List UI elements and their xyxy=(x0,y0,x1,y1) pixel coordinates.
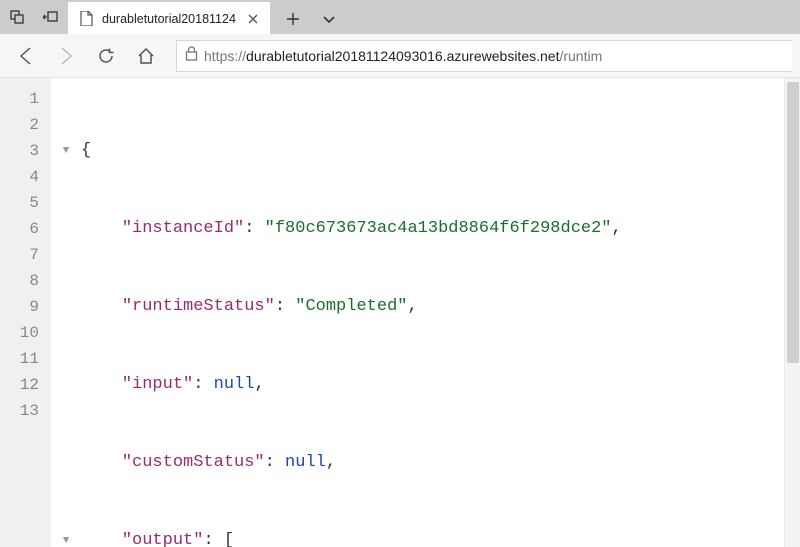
forward-button[interactable] xyxy=(48,38,84,74)
refresh-button[interactable] xyxy=(88,38,124,74)
line-number: 7 xyxy=(0,242,39,268)
code-line: "customStatus": null, xyxy=(51,450,800,476)
back-button[interactable] xyxy=(8,38,44,74)
json-key: "runtimeStatus" xyxy=(122,294,275,320)
json-key: "output" xyxy=(122,528,204,547)
line-number: 13 xyxy=(0,398,39,424)
close-tab-icon[interactable] xyxy=(244,10,262,28)
code-line: ▼ "output": [ xyxy=(51,528,800,547)
new-tab-button[interactable] xyxy=(278,4,308,34)
line-number-gutter: 1 2 3 4 5 6 7 8 9 10 11 12 13 xyxy=(0,78,50,547)
json-string: "f80c673673ac4a13bd8864f6f298dce2" xyxy=(265,216,612,242)
code-line: "input": null, xyxy=(51,372,800,398)
browser-tab[interactable]: durabletutorial20181124 xyxy=(68,2,270,34)
url-text: https://durabletutorial20181124093016.az… xyxy=(204,48,784,64)
browser-toolbar: https://durabletutorial20181124093016.az… xyxy=(0,34,800,78)
scrollbar-thumb[interactable] xyxy=(787,82,799,363)
code-line: "instanceId": "f80c673673ac4a13bd8864f6f… xyxy=(51,216,800,242)
url-scheme: https:// xyxy=(204,48,246,64)
json-viewer[interactable]: ▼{ "instanceId": "f80c673673ac4a13bd8864… xyxy=(50,78,800,547)
line-number: 8 xyxy=(0,268,39,294)
file-icon xyxy=(78,11,94,27)
json-key: "customStatus" xyxy=(122,450,265,476)
set-aside-tabs-icon[interactable] xyxy=(34,0,68,34)
tab-actions-icon[interactable] xyxy=(0,0,34,34)
line-number: 2 xyxy=(0,112,39,138)
line-number: 5 xyxy=(0,190,39,216)
line-number: 4 xyxy=(0,164,39,190)
json-null: null xyxy=(214,372,255,398)
fold-toggle-icon[interactable]: ▼ xyxy=(51,138,81,164)
line-number: 9 xyxy=(0,294,39,320)
line-number: 3 xyxy=(0,138,39,164)
line-number: 10 xyxy=(0,320,39,346)
home-button[interactable] xyxy=(128,38,164,74)
code-line: ▼{ xyxy=(51,138,800,164)
tab-strip-actions xyxy=(270,4,352,34)
lock-icon xyxy=(185,46,198,66)
tab-strip: durabletutorial20181124 xyxy=(68,0,800,34)
line-number: 12 xyxy=(0,372,39,398)
tab-preview-chevron-icon[interactable] xyxy=(314,4,344,34)
tab-title: durabletutorial20181124 xyxy=(102,12,236,26)
window-title-bar: durabletutorial20181124 xyxy=(0,0,800,34)
json-key: "input" xyxy=(122,372,193,398)
json-null: null xyxy=(285,450,326,476)
line-number: 1 xyxy=(0,86,39,112)
json-string: "Completed" xyxy=(295,294,407,320)
code-line: "runtimeStatus": "Completed", xyxy=(51,294,800,320)
line-number: 6 xyxy=(0,216,39,242)
url-host: durabletutorial20181124093016.azurewebsi… xyxy=(246,48,559,64)
vertical-scrollbar[interactable] xyxy=(784,78,800,547)
address-bar[interactable]: https://durabletutorial20181124093016.az… xyxy=(176,40,792,72)
fold-toggle-icon[interactable]: ▼ xyxy=(51,528,81,547)
page-content: 1 2 3 4 5 6 7 8 9 10 11 12 13 ▼{ "instan… xyxy=(0,78,800,547)
line-number: 11 xyxy=(0,346,39,372)
url-path: /runtim xyxy=(559,48,602,64)
json-key: "instanceId" xyxy=(122,216,244,242)
